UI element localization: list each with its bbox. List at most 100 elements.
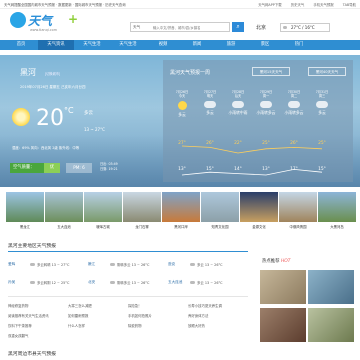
article-link[interactable]: 手机如何拍照片 xyxy=(128,313,152,318)
tab-nav-link[interactable]: TAB导航 xyxy=(343,3,356,7)
search-input[interactable]: 输入中文/拼音、城市/县/乡镇名 xyxy=(153,25,201,30)
recommend-image-4[interactable] xyxy=(308,308,354,342)
scenic-label[interactable]: 中俄风情园 xyxy=(279,224,317,229)
article-link[interactable]: 养好身体方法 xyxy=(188,313,208,318)
scenic-thumbnail[interactable] xyxy=(45,192,83,222)
cloud-icon xyxy=(30,280,35,284)
sun-icon xyxy=(177,101,187,110)
hot-recommend-title: 热点推荐 HOT xyxy=(262,259,291,264)
search-type-select[interactable]: 天气 xyxy=(133,25,140,30)
header-temp: 27°C / 16°C xyxy=(280,23,330,32)
forecast-day[interactable]: 7月30日 周二 小雨转多云 xyxy=(280,90,308,115)
local-city-link[interactable]: 北安 xyxy=(88,280,95,285)
recommend-image-2[interactable] xyxy=(308,270,354,304)
temperature-curve xyxy=(181,145,323,176)
article-link[interactable]: 大寒三怎么减肥 xyxy=(68,303,92,308)
section-divider xyxy=(8,296,248,297)
local-city-link[interactable]: 嫩江 xyxy=(88,262,95,267)
app-download-link[interactable]: 天气网APP下载 xyxy=(258,3,281,7)
nav-news[interactable]: 新闻 xyxy=(180,40,214,50)
forecast-week: 周一 xyxy=(262,94,270,98)
article-link[interactable]: 阅读推荐有关天气生活资讯 xyxy=(8,313,49,318)
scenic-thumbnail[interactable] xyxy=(162,192,200,222)
scenic-thumbnail[interactable] xyxy=(6,192,44,222)
current-city: 黑河 xyxy=(20,68,36,77)
site-url: www.tianqi.com xyxy=(30,28,57,32)
article-link[interactable]: 饮料下午茶推荐 xyxy=(8,323,32,328)
nav-video[interactable]: 视频 xyxy=(146,40,180,50)
article-link[interactable]: 什么人怎样 xyxy=(68,323,85,328)
forecast-day[interactable]: 7月29日 周一 小雨转多云 xyxy=(252,90,280,115)
forecast-15-button[interactable]: 黑河15天天气 xyxy=(252,67,290,76)
scenic-thumbnail[interactable] xyxy=(240,192,278,222)
scenic-thumbnail[interactable] xyxy=(201,192,239,222)
pm-value: PM: 6 xyxy=(66,163,92,173)
main-nav: 首页 天气资讯 天气生活 天气生活 视频 新闻 旅游 景区 热门 xyxy=(0,40,360,50)
notice-text: 天气网提醒全国国内城市天气预报 · 数据更新 · 国际城市天气预报 · 历史天气… xyxy=(4,3,126,7)
forecast-condition: 小雨转中雨 xyxy=(228,110,248,115)
scenic-thumbnail[interactable] xyxy=(84,192,122,222)
nav-weather-life[interactable]: 天气生活 xyxy=(74,40,110,50)
neighbor-forecast-title: 黑河周边市县天气预报 xyxy=(8,352,56,357)
history-weather-link[interactable]: 历史天气 xyxy=(291,3,305,7)
scenic-label[interactable]: 知青文化园 xyxy=(201,224,239,229)
mobile-weather-link[interactable]: 手机天气预报 xyxy=(313,3,333,7)
forecast-day[interactable]: 7月26日 今天 多云 xyxy=(168,90,196,117)
article-link[interactable]: 长寿小技巧夏天养生调 xyxy=(188,303,222,308)
scenic-thumbnail[interactable] xyxy=(318,192,356,222)
nav-weather-life-2[interactable]: 天气生活 xyxy=(110,40,146,50)
local-city-link[interactable]: 孙吴 xyxy=(8,280,15,285)
article-link[interactable]: 神经修复药物 xyxy=(8,303,28,308)
cloud-icon xyxy=(232,101,244,108)
article-link[interactable]: 双重女孩翻气 xyxy=(8,333,28,338)
forecast-condition: 多云 xyxy=(318,110,326,115)
scenic-label[interactable]: 黑龙江 xyxy=(6,224,44,229)
scenic-label[interactable]: 五大连池 xyxy=(45,224,83,229)
scenic-label[interactable]: 金源文化 xyxy=(240,224,278,229)
local-city-link[interactable]: 爱辉 xyxy=(8,262,15,267)
scenic-label[interactable]: 瑷珲古城 xyxy=(84,224,122,229)
forecast-day[interactable]: 7月31日 周三 多云 xyxy=(308,90,336,115)
cloud-icon xyxy=(30,262,35,266)
scenic-label[interactable]: 黑河口岸 xyxy=(162,224,200,229)
nav-home[interactable]: 首页 xyxy=(4,40,38,50)
article-link[interactable]: 放眼大好热 xyxy=(188,323,205,328)
nav-weather-news[interactable]: 天气资讯 xyxy=(38,40,74,50)
article-link[interactable]: 除蚊药物 xyxy=(128,323,142,328)
logo-text[interactable]: 天气 xyxy=(28,12,52,29)
forecast-day[interactable]: 7月27日 明天 多云 xyxy=(196,90,224,115)
article-link[interactable]: 探险急！ xyxy=(128,303,142,308)
forecast-day[interactable]: 7月28日 后天 小雨转中雨 xyxy=(224,90,252,115)
logo-icon[interactable] xyxy=(10,12,26,28)
local-city-link[interactable]: 逊克 xyxy=(168,262,175,267)
sunset: 日落: 19:21 xyxy=(100,167,118,171)
forecast-title: 黑河天气预报一周 xyxy=(170,70,211,76)
nav-scenic[interactable]: 景区 xyxy=(248,40,282,50)
nav-travel[interactable]: 旅游 xyxy=(214,40,248,50)
local-forecast-text: 多云转晴 13 ~ 27°C xyxy=(37,263,70,267)
sun-times: 日出: 03:49 日落: 19:21 xyxy=(100,162,118,172)
cloud-icon xyxy=(190,262,195,266)
scenic-label[interactable]: 龙门石寨 xyxy=(123,224,161,229)
scenic-thumbnail[interactable] xyxy=(123,192,161,222)
local-city-link[interactable]: 五大连池 xyxy=(168,280,182,285)
switch-city-link[interactable]: [切换城市] xyxy=(45,71,60,76)
sun-icon xyxy=(12,108,30,126)
top-notice-bar: 天气网提醒全国国内城市天气预报 · 数据更新 · 国际城市天气预报 · 历史天气… xyxy=(0,0,360,9)
header-city[interactable]: 北京 xyxy=(256,24,266,31)
scenic-thumbnail[interactable] xyxy=(279,192,317,222)
recommend-image-3[interactable] xyxy=(260,308,306,342)
local-forecast-text: 多云转阴 12 ~ 25°C xyxy=(37,281,70,285)
recommend-image-1[interactable] xyxy=(260,270,306,304)
local-forecast-text: 阴转多云 13 ~ 26°C xyxy=(117,263,150,267)
cloud-icon xyxy=(283,26,287,29)
cloud-icon xyxy=(190,280,195,284)
forecast-week: 明天 xyxy=(206,94,214,98)
search-button[interactable]: ⌕ xyxy=(232,22,244,32)
nav-hot[interactable]: 热门 xyxy=(282,40,316,50)
search-box[interactable]: 天气 输入中文/拼音、城市/县/乡镇名 xyxy=(130,22,230,32)
article-link[interactable]: 如何雷雨预报 xyxy=(68,313,88,318)
scenic-label[interactable]: 大黑河岛 xyxy=(318,224,356,229)
forecast-condition: 小雨转多云 xyxy=(284,110,304,115)
forecast-40-button[interactable]: 黑河40天天气 xyxy=(308,67,346,76)
